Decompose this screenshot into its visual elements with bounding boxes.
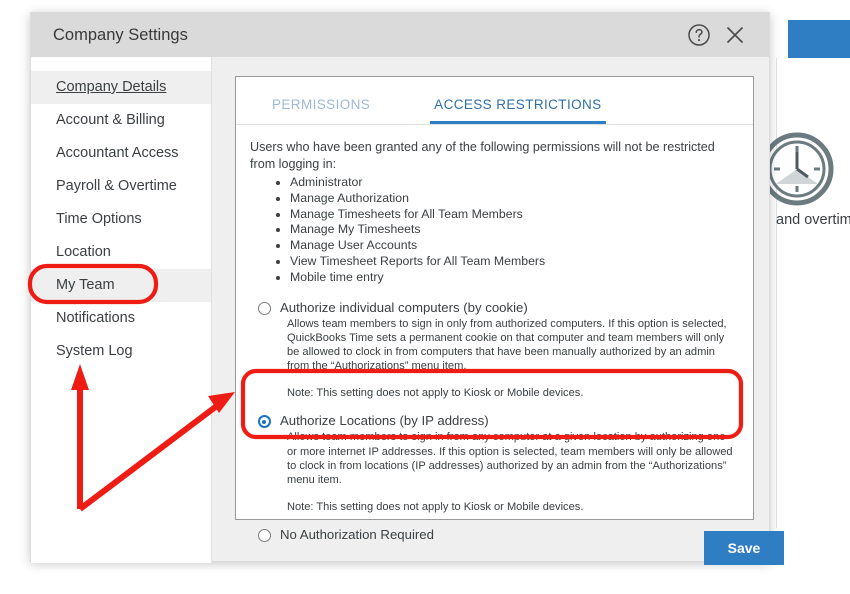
permissions-list: AdministratorManage AuthorizationManage …	[250, 175, 737, 286]
sidebar-item-time-options[interactable]: Time Options	[31, 203, 211, 236]
background-content-card	[776, 58, 850, 528]
option-description: Allows team members to sign in only from…	[280, 317, 737, 374]
permission-item: Manage Authorization	[290, 191, 737, 207]
access-restrictions-card: PERMISSIONS ACCESS RESTRICTIONS Users who…	[235, 76, 754, 520]
permission-item: Manage User Accounts	[290, 238, 737, 254]
sidebar-item-label: Time Options	[56, 211, 142, 227]
option-title[interactable]: Authorize individual computers (by cooki…	[280, 300, 737, 315]
option-title[interactable]: Authorize Locations (by IP address)	[280, 413, 737, 428]
permission-item: Mobile time entry	[290, 270, 737, 286]
permission-item: Manage Timesheets for All Team Members	[290, 207, 737, 223]
background-app-header-bar	[788, 20, 850, 58]
radio-authorize-locations-by-ip-address[interactable]	[258, 415, 271, 428]
help-circle-icon[interactable]	[687, 23, 711, 47]
permission-item: View Timesheet Reports for All Team Memb…	[290, 254, 737, 270]
option-no-authorization-required[interactable]: No Authorization Required	[250, 527, 737, 542]
sidebar-item-label: Payroll & Overtime	[56, 178, 177, 194]
clock-icon	[760, 132, 834, 206]
card-body: Users who have been granted any of the f…	[236, 125, 753, 542]
option-title[interactable]: No Authorization Required	[280, 527, 737, 542]
radio-no-authorization-required[interactable]	[258, 529, 271, 542]
permission-item: Administrator	[290, 175, 737, 191]
sidebar-item-label: Notifications	[56, 310, 135, 326]
background-caption: and overtim	[776, 212, 850, 228]
sidebar-item-label: System Log	[56, 343, 133, 359]
radio-authorize-individual-computers-by-cookie[interactable]	[258, 302, 271, 315]
card-tabs: PERMISSIONS ACCESS RESTRICTIONS	[236, 77, 753, 125]
save-button[interactable]: Save	[704, 531, 784, 565]
option-note: Note: This setting does not apply to Kio…	[250, 387, 737, 399]
close-icon[interactable]	[723, 23, 747, 47]
sidebar-item-label: Account & Billing	[56, 112, 165, 128]
sidebar-item-company-details[interactable]: Company Details	[31, 71, 211, 104]
sidebar-item-payroll-overtime[interactable]: Payroll & Overtime	[31, 170, 211, 203]
dialog-title: Company Settings	[53, 26, 188, 45]
sidebar-item-location[interactable]: Location	[31, 236, 211, 269]
option-authorize-individual-computers-by-cookie[interactable]: Authorize individual computers (by cooki…	[250, 300, 737, 374]
sidebar-item-label: Location	[56, 244, 111, 260]
permission-item: Manage My Timesheets	[290, 222, 737, 238]
option-note: Note: This setting does not apply to Kio…	[250, 501, 737, 513]
authorization-options: Authorize individual computers (by cooki…	[250, 300, 737, 543]
settings-sidebar: Company Details Account & Billing Accounta…	[31, 57, 212, 563]
sidebar-item-system-log[interactable]: System Log	[31, 335, 211, 368]
company-settings-dialog: Company Settings Company Details Account …	[30, 12, 770, 562]
tab-permissions[interactable]: PERMISSIONS	[268, 97, 374, 124]
sidebar-item-label: Accountant Access	[56, 145, 179, 161]
option-description: Allows team members to sign in from any …	[280, 430, 737, 487]
sidebar-item-accountant-access[interactable]: Accountant Access	[31, 137, 211, 170]
sidebar-item-my-team[interactable]: My Team	[31, 269, 211, 302]
sidebar-item-label: My Team	[56, 277, 115, 293]
dialog-titlebar: Company Settings	[31, 13, 769, 57]
sidebar-item-label: Company Details	[56, 79, 166, 95]
intro-text: Users who have been granted any of the f…	[250, 139, 737, 173]
sidebar-item-notifications[interactable]: Notifications	[31, 302, 211, 335]
option-authorize-locations-by-ip-address[interactable]: Authorize Locations (by IP address) Allow…	[250, 413, 737, 487]
tab-access-restrictions[interactable]: ACCESS RESTRICTIONS	[430, 97, 605, 124]
settings-content-panel: PERMISSIONS ACCESS RESTRICTIONS Users who…	[212, 57, 769, 561]
sidebar-item-account-billing[interactable]: Account & Billing	[31, 104, 211, 137]
